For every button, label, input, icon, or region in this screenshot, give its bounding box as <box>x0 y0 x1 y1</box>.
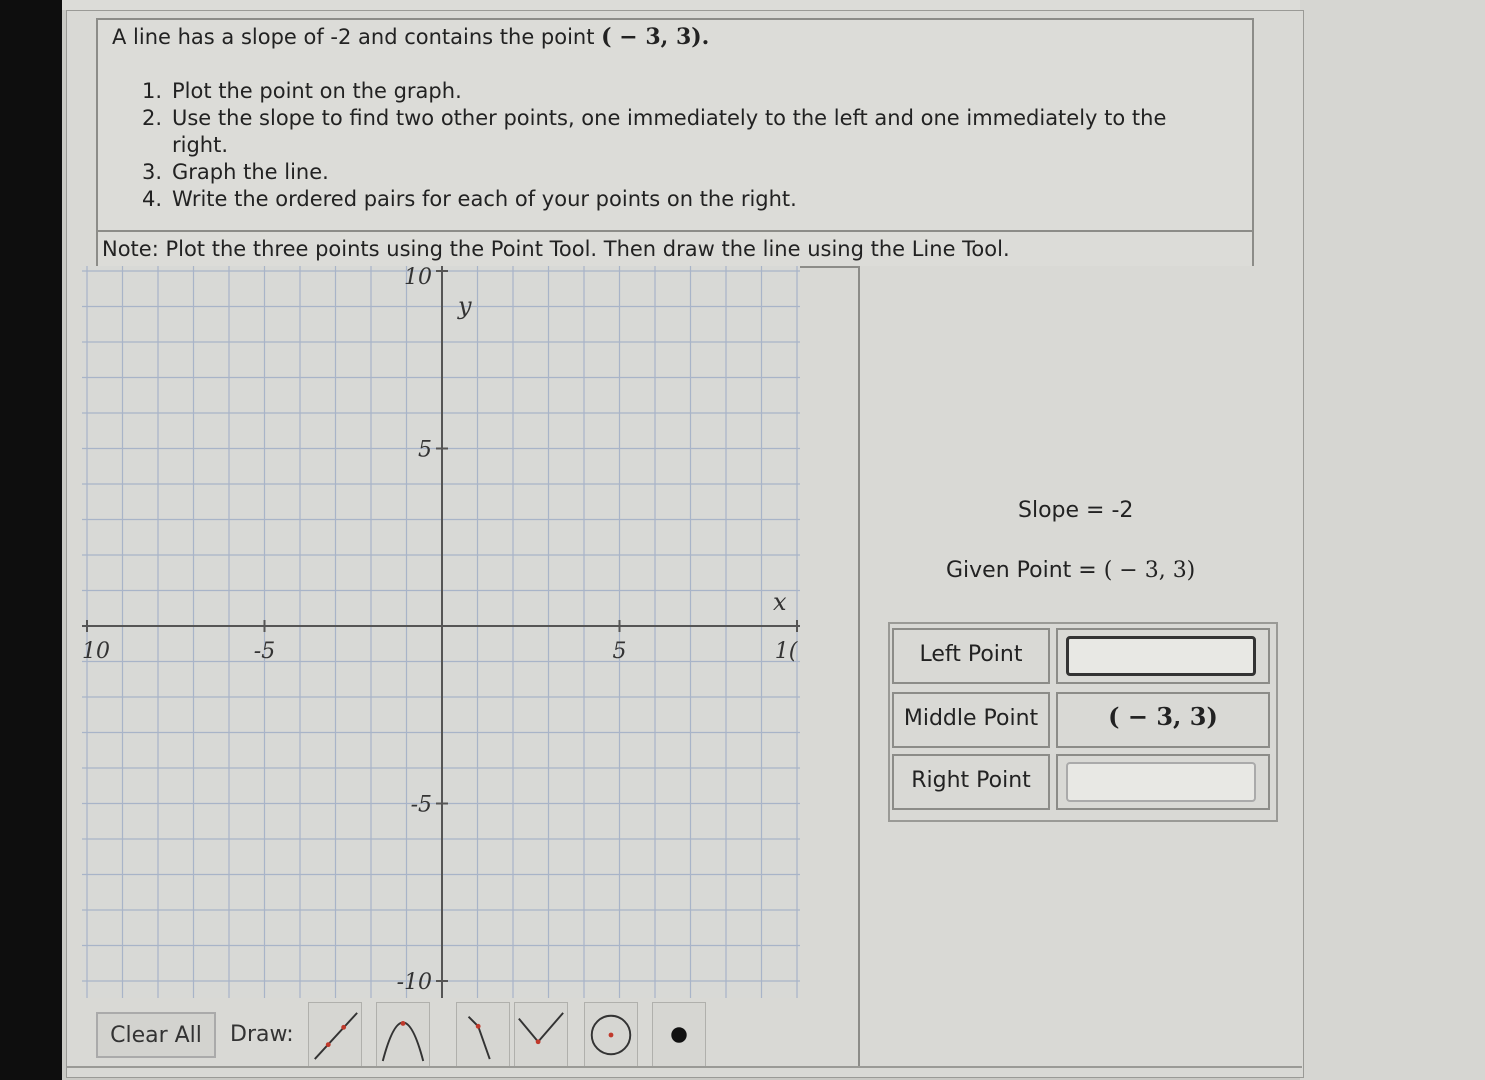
parabola-tool-icon <box>381 1021 425 1062</box>
prompt-text: A line has a slope of -2 and contains th… <box>112 25 595 49</box>
ray-tool-icon <box>467 1016 491 1060</box>
absolute-value-tool-button[interactable] <box>514 1002 568 1068</box>
given-label: Given Point = <box>946 558 1104 583</box>
step-text: Write the ordered pairs for each of your… <box>172 187 797 211</box>
step-3: 3. Graph the line. <box>142 159 1222 186</box>
y-axis-label: y <box>457 292 472 320</box>
step-text: Use the slope to find two other points, … <box>172 106 1167 157</box>
step-4: 4. Write the ordered pairs for each of yo… <box>142 186 1222 213</box>
absolute-value-tool-icon <box>518 1012 564 1045</box>
slope-text: Slope = -2 <box>1018 498 1134 523</box>
given-point: Given Point = ( − 3, 3) <box>946 558 1195 583</box>
y-tick-label: 5 <box>418 438 432 463</box>
left-point-row: Left Point <box>890 626 1276 686</box>
instruction-note: Note: Plot the three points using the Po… <box>98 230 1252 266</box>
panel-bottom-border <box>66 1066 1302 1068</box>
point-tool-icon <box>671 1027 687 1043</box>
x-tick-label: 5 <box>613 639 627 664</box>
graph-canvas[interactable]: 10 -5 5 1( 10 5 -5 -10 x y <box>82 266 800 998</box>
clear-all-button[interactable]: Clear All <box>96 1012 216 1058</box>
y-tick-label: 10 <box>404 266 432 290</box>
left-point-label: Left Point <box>892 628 1050 684</box>
x-tick-label: 10 <box>82 639 110 664</box>
circle-tool-button[interactable] <box>584 1002 638 1068</box>
circle-tool-icon <box>590 1014 632 1056</box>
parabola-tool-button[interactable] <box>376 1002 430 1068</box>
problem-box: A line has a slope of -2 and contains th… <box>96 18 1254 268</box>
y-tick-label: -10 <box>397 970 432 995</box>
problem-prompt: A line has a slope of -2 and contains th… <box>112 24 709 50</box>
x-tick-label: -5 <box>254 639 275 664</box>
right-point-row: Right Point <box>890 752 1276 812</box>
middle-point-label: Middle Point <box>892 692 1050 748</box>
top-strip <box>0 0 1485 10</box>
point-tool-button[interactable] <box>652 1002 706 1068</box>
steps-list: 1. Plot the point on the graph. 2. Use the… <box>142 78 1222 213</box>
x-tick-label: 1( <box>775 639 798 664</box>
step-1: 1. Plot the point on the graph. <box>142 78 1222 105</box>
line-tool-button[interactable] <box>308 1002 362 1068</box>
middle-point-row: Middle Point ( − 3, 3) <box>890 690 1276 750</box>
middle-point-cell: ( − 3, 3) <box>1056 692 1270 748</box>
right-point-input[interactable] <box>1066 762 1256 802</box>
step-number: 2. <box>142 106 163 130</box>
step-text: Plot the point on the graph. <box>172 79 462 103</box>
step-number: 4. <box>142 187 163 211</box>
prompt-point: ( − 3, 3). <box>601 24 710 50</box>
points-table: Left Point Middle Point ( − 3, 3) Right … <box>888 622 1278 822</box>
screen-bezel <box>0 0 62 1080</box>
right-point-cell <box>1056 754 1270 810</box>
step-2: 2. Use the slope to find two other points… <box>142 105 1222 159</box>
left-point-input[interactable] <box>1066 636 1256 676</box>
y-tick-label: -5 <box>411 793 432 818</box>
given-value: ( − 3, 3) <box>1103 558 1196 583</box>
ray-tool-button[interactable] <box>456 1002 510 1068</box>
x-axis-label: x <box>773 588 787 616</box>
step-text: Graph the line. <box>172 160 329 184</box>
coordinate-grid[interactable]: 10 -5 5 1( 10 5 -5 -10 x y <box>82 266 800 998</box>
step-number: 3. <box>142 160 163 184</box>
right-point-label: Right Point <box>892 754 1050 810</box>
page-margin <box>1300 0 1485 1080</box>
left-point-cell <box>1056 628 1270 684</box>
line-tool-icon <box>314 1012 358 1060</box>
middle-point-value: ( − 3, 3) <box>1108 702 1218 731</box>
step-number: 1. <box>142 79 163 103</box>
draw-label: Draw: <box>230 1022 294 1047</box>
